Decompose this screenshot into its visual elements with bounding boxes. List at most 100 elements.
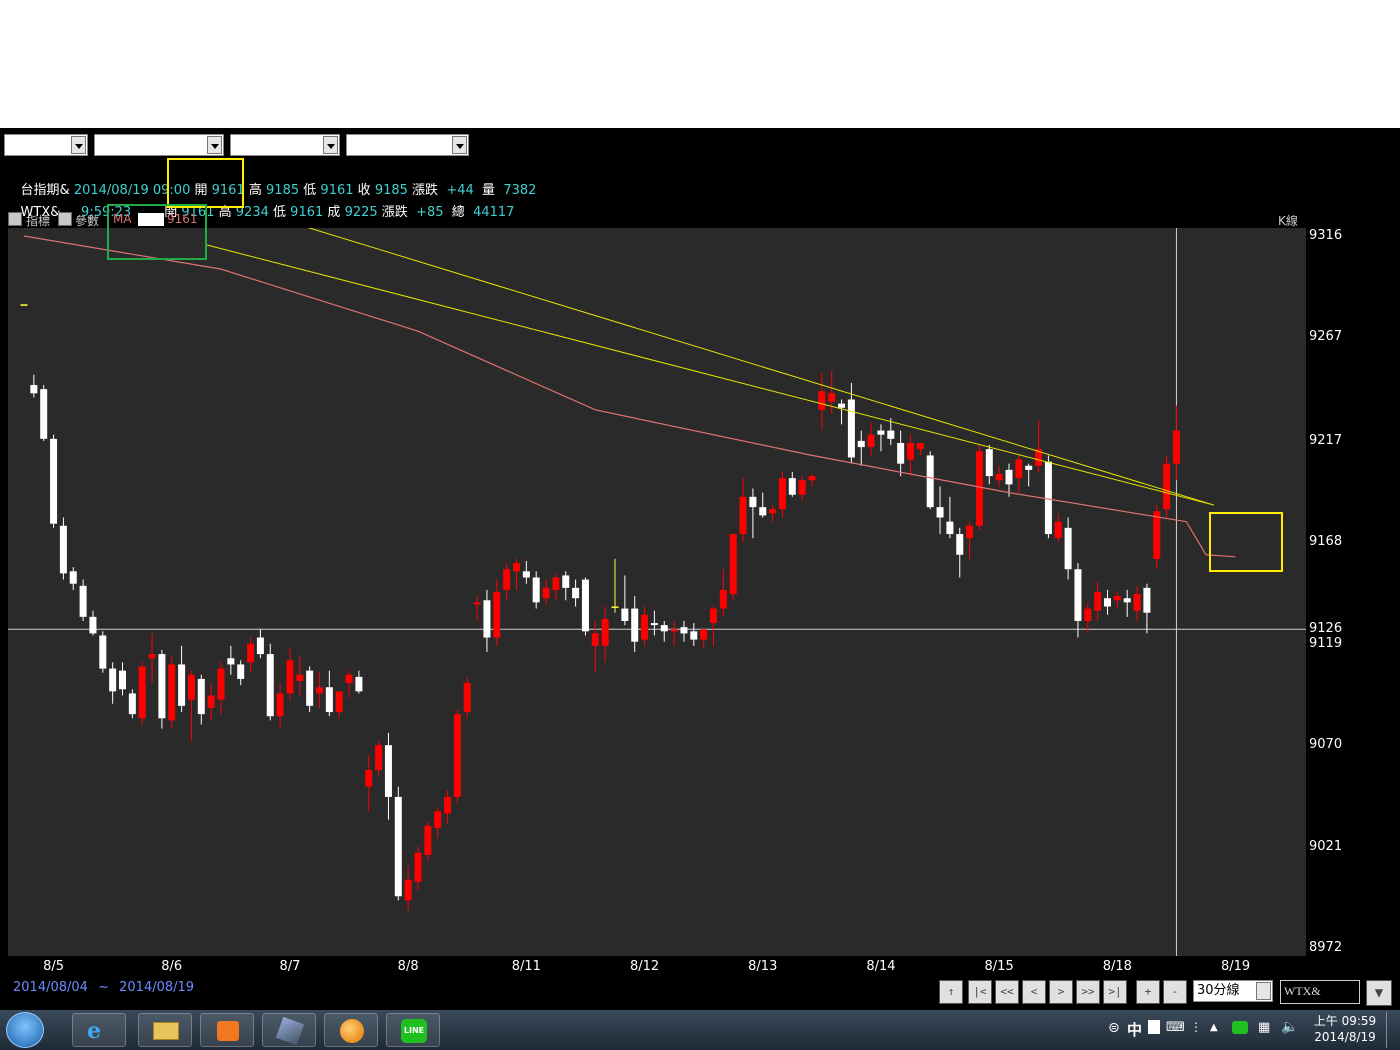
contract-select[interactable]: 台指期0814 [346, 134, 469, 172]
zoom-out-button[interactable]: - [1163, 980, 1187, 1004]
tray-line-icon[interactable] [1232, 1021, 1248, 1034]
candle-body [907, 442, 914, 460]
highlight-box-last-candles [1209, 512, 1283, 572]
symbol-input[interactable]: WTX& [1280, 980, 1360, 1004]
symbol-dropdown-button[interactable]: ▼ [1366, 980, 1392, 1006]
candle-body [857, 440, 865, 448]
taskbar-media[interactable] [200, 1013, 254, 1047]
tray-date: 2014/8/19 [1314, 1030, 1376, 1044]
candle-body [493, 592, 501, 638]
nav-forward-button[interactable]: > [1049, 980, 1073, 1004]
tray-expand-icon[interactable]: ▲ [1210, 1022, 1218, 1033]
taskbar-app[interactable] [262, 1013, 316, 1047]
candle-body [611, 606, 619, 608]
candle-body [306, 670, 314, 706]
product-select[interactable]: 全商品 (ALL) [94, 134, 224, 172]
x-tick-label: 8/8 [397, 959, 419, 974]
candle-body [581, 579, 589, 632]
candle-body [1104, 598, 1111, 607]
y-tick-label: 9119 [1309, 635, 1343, 651]
quote2-low: 9161 [290, 205, 324, 220]
candle-body [759, 507, 767, 516]
taskbar-explorer[interactable] [138, 1013, 192, 1047]
y-tick-label: 9168 [1309, 534, 1343, 550]
trend-line [307, 228, 1214, 506]
candle-body [680, 627, 688, 634]
month-select[interactable]: 近一 [230, 134, 340, 172]
period-select[interactable]: 30分線 [1193, 980, 1273, 1002]
start-button[interactable] [6, 1012, 44, 1048]
market-select[interactable]: 期貨 [4, 134, 88, 172]
candle-body [818, 391, 826, 410]
range-end: 2014/08/19 [119, 980, 195, 995]
nav-up-button[interactable]: ↑ [939, 980, 963, 1004]
candle-body [335, 691, 343, 713]
candle-body [562, 575, 570, 588]
candle-body [660, 625, 668, 632]
x-tick-label: 8/11 [511, 959, 541, 974]
candle-body [542, 587, 550, 599]
tray-ime-icon[interactable]: ⊜ [1108, 1020, 1120, 1036]
show-desktop-button[interactable] [1386, 1012, 1396, 1048]
candle-body [769, 509, 777, 514]
candle-body [453, 714, 461, 797]
tray-keyboard-icon[interactable]: ⌨ [1166, 1020, 1185, 1035]
candle-body [552, 577, 560, 590]
browser-icon: e [87, 1018, 101, 1044]
folder-icon [153, 1022, 179, 1040]
quote2-total: 44117 [473, 205, 515, 220]
indicator-label[interactable]: 指標 [26, 212, 50, 228]
tray-options-icon[interactable]: ⋮ [1190, 1020, 1202, 1034]
candle-body [513, 563, 520, 572]
zoom-in-button[interactable]: + [1136, 980, 1160, 1004]
candle-body [503, 569, 511, 590]
candle-body [867, 434, 875, 448]
candle-body [838, 403, 846, 408]
candle-body [532, 577, 540, 603]
tray-fullwidth-icon[interactable] [1148, 1020, 1160, 1034]
range-sep: ~ [98, 980, 109, 995]
taskbar-line[interactable]: LINE [386, 1013, 440, 1047]
tray-clock[interactable]: 上午 09:59 2014/8/19 [1312, 1013, 1378, 1045]
candle-body [778, 478, 786, 510]
candle-body [20, 304, 28, 306]
nav-first-button[interactable]: |< [968, 980, 992, 1004]
candle-body [621, 608, 629, 621]
tray-ime-mode[interactable]: 中 [1127, 1019, 1142, 1040]
candle-body [995, 474, 1003, 481]
indicator-up-button[interactable] [8, 212, 22, 226]
param-label[interactable]: 參數 [75, 212, 99, 228]
nav-page-forward-button[interactable]: >> [1076, 980, 1100, 1004]
candle-body [631, 608, 639, 642]
quote2-change-label: 漲跌 [381, 205, 408, 220]
candle-body [365, 770, 373, 787]
candle-body [828, 393, 836, 402]
chart-plot-area[interactable] [8, 228, 1306, 956]
candle-body [128, 693, 136, 715]
candle-body [99, 635, 107, 669]
candle-body [187, 674, 195, 700]
tray-network-icon[interactable]: ▦ [1258, 1020, 1270, 1035]
nav-back-button[interactable]: < [1022, 980, 1046, 1004]
quote2-total-label: 總 [451, 205, 465, 220]
period-select-value: 30分線 [1197, 983, 1240, 998]
candle-body [237, 664, 245, 679]
candle-body [30, 385, 38, 394]
tray-volume-icon[interactable]: 🔈 [1281, 1019, 1298, 1035]
candle-body [444, 796, 452, 814]
candle-body [217, 668, 225, 700]
candle-body [1172, 430, 1180, 464]
candle-body [168, 664, 176, 721]
media-player-icon [217, 1021, 239, 1041]
candle-body [798, 480, 806, 495]
candle-body [956, 534, 964, 555]
candle-body [256, 637, 264, 655]
param-down-button[interactable] [58, 212, 72, 226]
taskbar-ie[interactable]: e [72, 1013, 126, 1047]
candle-body [572, 587, 580, 599]
nav-last-button[interactable]: >| [1103, 980, 1127, 1004]
highlight-box-ma [107, 204, 207, 260]
candle-body [276, 693, 284, 717]
nav-page-back-button[interactable]: << [995, 980, 1019, 1004]
taskbar-trading[interactable] [324, 1013, 378, 1047]
